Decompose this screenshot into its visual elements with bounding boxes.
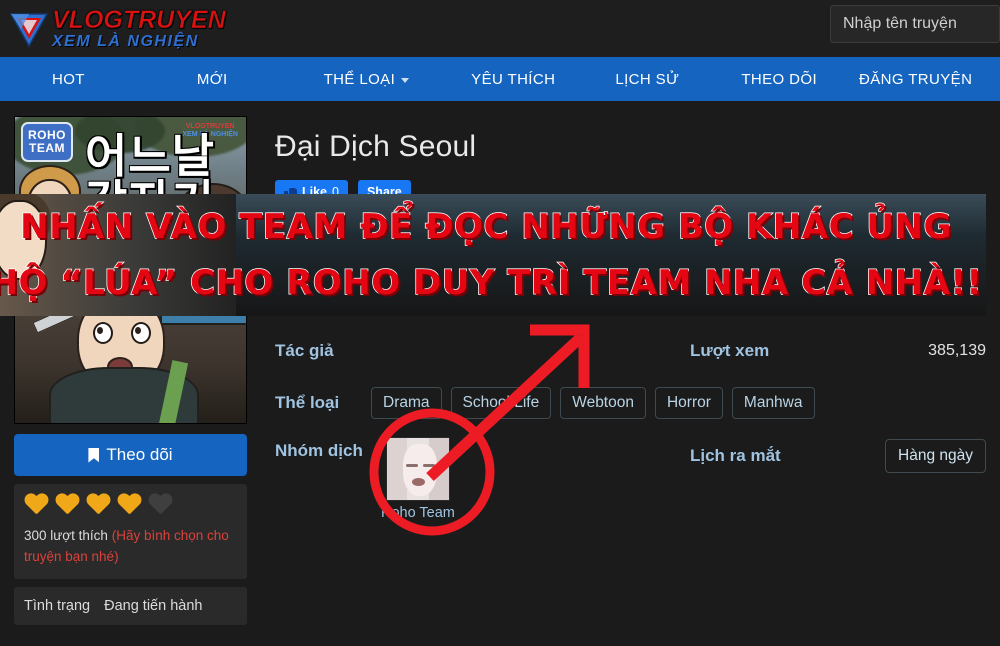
translation-group[interactable]: Roho Team xyxy=(381,437,455,521)
page-title: Đại Dịch Seoul xyxy=(275,130,477,163)
genre-tag-manhwa[interactable]: Manhwa xyxy=(731,387,815,419)
korean-line-1: 어느날 xyxy=(85,129,215,183)
avatar-mouth xyxy=(411,478,425,486)
logo-wordmark: VLOGTRUYEN XEM LÀ NGHIỆN xyxy=(52,5,226,50)
team-name[interactable]: Roho Team xyxy=(381,505,455,521)
promo-banner: NHẤN VÀO TEAM ĐỂ ĐỌC NHỮNG BỘ KHÁC ỦNG H… xyxy=(0,194,986,316)
bookmark-icon xyxy=(88,447,100,463)
schedule-label: Lịch ra mắt xyxy=(690,446,781,465)
cover-character-eye xyxy=(131,322,151,344)
main-nav: HOT MỚI THỂ LOẠI YÊU THÍCH LỊCH SỬ THEO … xyxy=(0,57,1000,104)
avatar-eye-right xyxy=(422,464,435,467)
genre-tag-school-life[interactable]: School Life xyxy=(450,387,552,419)
author-cell: Tác giả xyxy=(275,341,690,361)
nav-item-yeu-thich[interactable]: YÊU THÍCH xyxy=(471,71,555,88)
nav-label: HOT xyxy=(52,70,85,88)
banner-text-block: NHẤN VÀO TEAM ĐỂ ĐỌC NHỮNG BỘ KHÁC ỦNG H… xyxy=(0,194,986,316)
follow-button-label: Theo dõi xyxy=(106,445,173,464)
logo-main-text: VLOGTRUYEN xyxy=(52,5,226,34)
main-panel: Đại Dịch Seoul Like 0 Share NHẤN VÀO TEA… xyxy=(0,116,1000,625)
nav-label: LỊCH SỬ xyxy=(615,70,680,88)
rating-panel: 300 lượt thích (Hãy bình chọn cho truyện… xyxy=(14,484,247,579)
author-label: Tác giả xyxy=(275,341,334,360)
banner-line-1: NHẤN VÀO TEAM ĐỂ ĐỌC NHỮNG BỘ KHÁC ỦNG xyxy=(19,206,952,248)
search-box xyxy=(830,5,1000,43)
heart-icon-1[interactable] xyxy=(24,494,49,517)
genre-tag-webtoon[interactable]: Webtoon xyxy=(560,387,646,419)
info-row-genres: Thể loại Drama School Life Webtoon Horro… xyxy=(275,383,1000,423)
heart-icon-4[interactable] xyxy=(117,494,142,517)
nav-item-the-loai[interactable]: THỂ LOẠI xyxy=(324,71,410,88)
site-header: VLOGTRUYEN XEM LÀ NGHIỆN xyxy=(0,0,1000,57)
schedule-cell: Lịch ra mắt Hàng ngày xyxy=(690,439,1000,473)
banner-line-2: HỘ “LÚA” CHO ROHO DUY TRÌ TEAM NHA CẢ NH… xyxy=(0,262,983,304)
manga-info: Tác giả Lượt xem 385,139 Thể loại Drama … xyxy=(275,331,1000,521)
group-cell: Nhóm dịch Roho Team xyxy=(275,437,690,521)
genre-tag-drama[interactable]: Drama xyxy=(371,387,442,419)
page-root: VLOGTRUYEN XEM LÀ NGHIỆN HOT MỚI THỂ LOẠ… xyxy=(0,0,1000,646)
genre-tag-horror[interactable]: Horror xyxy=(654,387,723,419)
rating-hearts[interactable] xyxy=(24,494,237,517)
nav-item-hot[interactable]: HOT xyxy=(52,71,85,88)
follow-button[interactable]: Theo dõi xyxy=(14,434,247,476)
nav-item-theo-doi[interactable]: THEO DÕI xyxy=(741,71,817,88)
genre-label: Thể loại xyxy=(275,393,340,412)
nav-label: MỚI xyxy=(196,70,228,88)
nav-item-moi[interactable]: MỚI xyxy=(197,71,228,88)
cover-character-eye xyxy=(93,322,113,344)
cover-team-badge: ROHO TEAM xyxy=(21,122,73,162)
avatar-eye-left xyxy=(405,464,418,467)
site-logo[interactable]: VLOGTRUYEN XEM LÀ NGHIỆN xyxy=(8,5,226,53)
likes-line: 300 lượt thích (Hãy bình chọn cho truyện… xyxy=(24,525,237,567)
heart-icon-5[interactable] xyxy=(148,494,173,517)
nav-item-lich-su[interactable]: LỊCH SỬ xyxy=(615,71,679,88)
nav-label: THEO DÕI xyxy=(741,70,818,88)
status-label: Tình trạng xyxy=(24,598,91,614)
search-input[interactable] xyxy=(830,5,1000,43)
views-label: Lượt xem xyxy=(690,341,770,360)
likes-count: 300 lượt thích xyxy=(24,528,108,543)
status-value: Đang tiến hành xyxy=(104,598,203,614)
genre-tag-list: Drama School Life Webtoon Horror Manhwa xyxy=(371,387,815,419)
nav-label: YÊU THÍCH xyxy=(471,70,556,88)
info-row-group-schedule: Nhóm dịch Roho Team Lịch ra mắt Hàng ngà… xyxy=(275,437,1000,521)
group-label: Nhóm dịch xyxy=(275,441,363,460)
heart-icon-2[interactable] xyxy=(55,494,80,517)
views-value: 385,139 xyxy=(928,342,986,359)
triangle-logo-icon xyxy=(8,9,50,49)
status-panel: Tình trạng Đang tiến hành xyxy=(14,587,247,625)
heart-icon-3[interactable] xyxy=(86,494,111,517)
left-sidebar: ROHO TEAM VLOGTRUYEN XEM LÀ NGHIỆN 어느날 갑… xyxy=(14,116,247,625)
schedule-button[interactable]: Hàng ngày xyxy=(885,439,986,473)
page-content: ROHO TEAM VLOGTRUYEN XEM LÀ NGHIỆN 어느날 갑… xyxy=(0,104,1000,625)
info-row-author-views: Tác giả Lượt xem 385,139 xyxy=(275,331,1000,371)
logo-sub-text: XEM LÀ NGHIỆN xyxy=(52,32,199,50)
nav-label: THỂ LOẠI xyxy=(323,70,396,88)
nav-label: ĐĂNG TRUYỆN xyxy=(859,70,973,88)
nav-item-dang-truyen[interactable]: ĐĂNG TRUYỆN xyxy=(859,71,972,88)
views-cell: Lượt xem 385,139 xyxy=(690,341,1000,361)
chevron-down-icon xyxy=(401,77,410,83)
badge-line-2: TEAM xyxy=(29,141,65,155)
team-avatar[interactable] xyxy=(385,437,450,501)
avatar-face xyxy=(402,444,437,496)
